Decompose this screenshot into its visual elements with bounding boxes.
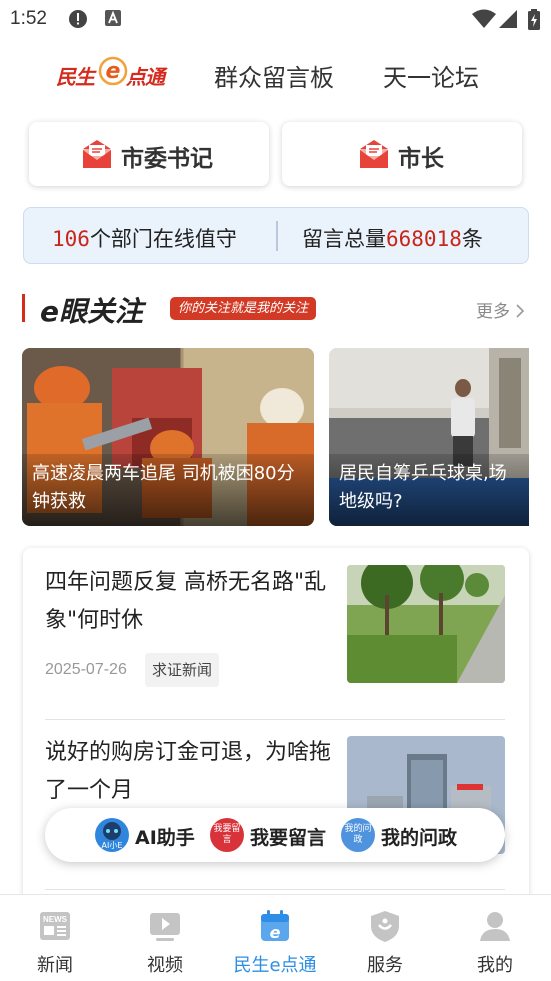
my-inquiry-label: 我的问政	[381, 827, 458, 849]
svg-text:e: e	[270, 923, 281, 942]
total-suffix: 条	[461, 227, 483, 251]
status-time: 1:52	[10, 8, 47, 29]
leave-message-label: 我要留言	[250, 827, 327, 849]
list-divider	[45, 719, 505, 720]
svg-text:e: e	[106, 59, 121, 84]
section-title: e眼关注	[40, 295, 143, 328]
mayor-label: 市长	[398, 145, 444, 172]
top-tabs: 民生 e 点通 群众留言板 天一论坛	[0, 52, 551, 96]
tab-tianyi-forum[interactable]: 天一论坛	[383, 58, 479, 93]
nav-mine-label: 我的	[477, 955, 513, 976]
my-inquiry-button[interactable]: 我的问政 我的问政	[341, 818, 471, 852]
tab-brand-minsheng[interactable]: 民生 e 点通	[56, 56, 176, 92]
article-title: 说好的购房订金可退，为啥拖了一个月	[45, 740, 332, 803]
nav-service[interactable]: 服务	[330, 895, 440, 981]
dept-stat: 106个部门在线值守	[52, 223, 237, 253]
nav-minsheng[interactable]: e 民生e点通	[220, 895, 330, 981]
brand-suffix: 点通	[126, 65, 165, 89]
nav-news[interactable]: NEWS 新闻	[0, 895, 110, 981]
stats-divider	[276, 221, 278, 251]
status-bar: 1:52	[0, 0, 551, 36]
ai-robot-icon: AI小E	[95, 818, 129, 852]
photo-news-title: 居民自筹乒乓球桌,场地级吗?	[339, 463, 507, 512]
calendar-e-icon: e	[258, 909, 292, 943]
article-date: 2025-07-26	[45, 661, 127, 678]
mail-icon	[81, 138, 113, 170]
nav-news-label: 新闻	[37, 955, 73, 976]
nav-video[interactable]: 视频	[110, 895, 220, 981]
nav-minsheng-label: 民生e点通	[233, 955, 317, 976]
font-a-icon	[104, 9, 122, 31]
nav-video-label: 视频	[147, 955, 183, 976]
mail-icon	[358, 138, 390, 170]
secretary-label: 市委书记	[121, 145, 213, 172]
shield-icon	[368, 909, 402, 943]
message-badge-icon: 我要留言	[210, 818, 244, 852]
list-divider	[45, 889, 505, 890]
svg-text:NEWS: NEWS	[43, 915, 68, 924]
section-tag: 你的关注就是我的关注	[170, 297, 317, 320]
photo-news-card[interactable]: 高速凌晨两车追尾 司机被困80分钟获救	[22, 348, 314, 526]
news-icon: NEWS	[38, 909, 72, 943]
article-thumbnail	[347, 565, 505, 683]
nav-mine[interactable]: 我的	[440, 895, 550, 981]
inquiry-badge-icon: 我的问政	[341, 818, 375, 852]
dept-count: 106	[52, 227, 90, 251]
total-count: 668018	[386, 227, 462, 251]
leave-message-button[interactable]: 我要留言 我要留言	[210, 818, 340, 852]
quick-action-bar: AI小E AI助手 我要留言 我要留言 我的问政 我的问政	[45, 808, 505, 862]
secretary-mailbox-button[interactable]: 市委书记	[29, 122, 269, 186]
brand-e-logo-icon: e	[96, 54, 130, 88]
total-stat: 留言总量668018条	[302, 223, 483, 253]
alert-circle-icon	[68, 9, 88, 33]
stats-banner: 106个部门在线值守 留言总量668018条	[23, 207, 529, 264]
brand-prefix: 民生	[56, 65, 95, 89]
article-tag: 求证新闻	[145, 653, 220, 687]
ai-assistant-label: AI助手	[135, 827, 195, 849]
user-icon	[478, 909, 512, 943]
video-icon	[148, 909, 182, 943]
photo-news-card[interactable]: 居民自筹乒乓球桌,场地级吗?	[329, 348, 529, 526]
photo-news-title: 高速凌晨两车追尾 司机被困80分钟获救	[32, 463, 295, 512]
battery-icon	[528, 9, 540, 35]
nav-service-label: 服务	[367, 955, 403, 976]
more-link[interactable]: 更多	[476, 297, 525, 322]
ai-assistant-button[interactable]: AI小E AI助手	[95, 818, 205, 852]
mayor-mailbox-button[interactable]: 市长	[282, 122, 522, 186]
dept-text: 个部门在线值守	[89, 227, 237, 251]
tab-message-board[interactable]: 群众留言板	[214, 58, 334, 93]
wifi-icon	[472, 9, 496, 33]
total-prefix: 留言总量	[302, 227, 386, 251]
section-accent-bar	[22, 294, 25, 322]
bottom-nav: NEWS 新闻 视频 e 民生e点通 服务 我的	[0, 894, 551, 981]
signal-icon	[498, 9, 518, 33]
chevron-right-icon	[515, 302, 525, 322]
more-label: 更多	[476, 302, 510, 322]
article-title: 四年问题反复 高桥无名路"乱象"何时休	[45, 570, 327, 633]
